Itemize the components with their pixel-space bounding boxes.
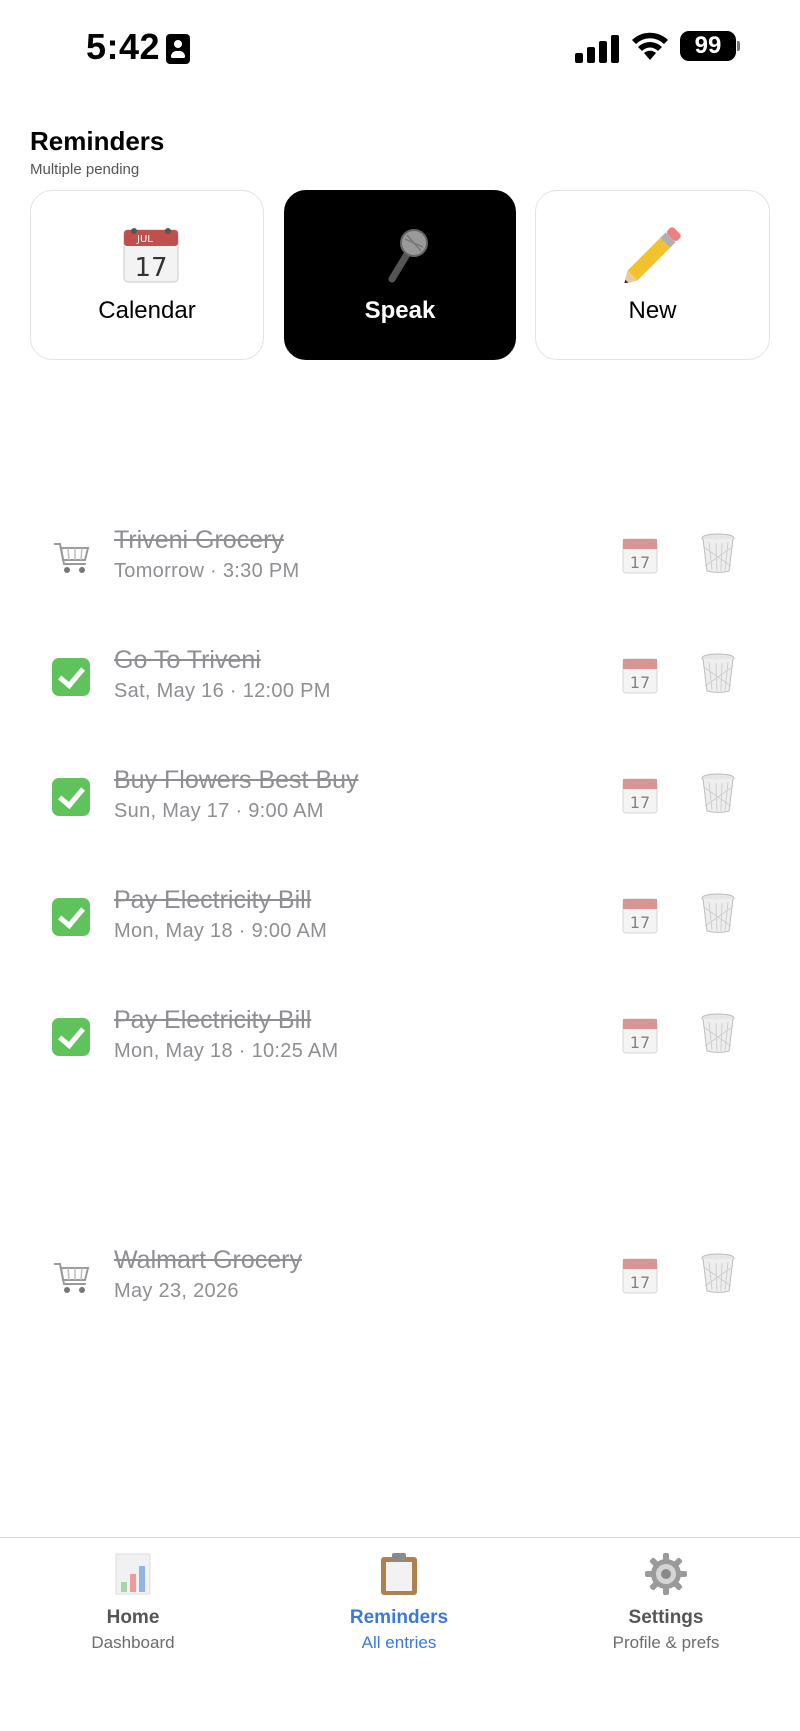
reminder-row[interactable]: Buy Flowers Best Buy Sun, May 17 · 9:00 … xyxy=(0,754,800,854)
new-reminder-button[interactable]: New xyxy=(535,190,770,360)
wifi-icon xyxy=(632,32,668,60)
calendar-icon: JUL 17 xyxy=(123,228,179,283)
tab-home[interactable]: Home Dashboard xyxy=(33,1552,233,1653)
reminder-row[interactable]: Triveni Grocery Tomorrow · 3:30 PM 17 xyxy=(0,514,800,614)
status-time: 5:42 xyxy=(86,26,161,67)
reminder-row[interactable]: Go To Triveni Sat, May 16 · 12:00 PM 17 xyxy=(0,634,800,734)
battery-icon: 99 xyxy=(680,31,736,61)
tab-reminders-label: Reminders xyxy=(349,1607,449,1628)
calendar-button[interactable]: JUL 17 Calendar xyxy=(30,190,264,360)
svg-text:17: 17 xyxy=(630,1273,650,1292)
trash-icon[interactable] xyxy=(700,772,736,814)
calendar-icon[interactable]: 17 xyxy=(622,654,658,694)
reminder-datetime: Sun, May 17 · 9:00 AM xyxy=(114,800,324,822)
tab-home-sub: Dashboard xyxy=(91,1633,175,1652)
microphone-icon xyxy=(388,229,428,283)
trash-icon[interactable] xyxy=(700,532,736,574)
tab-reminders[interactable]: Reminders All entries xyxy=(299,1552,499,1653)
pencil-icon xyxy=(624,227,681,283)
signal-icon xyxy=(575,33,619,63)
tab-bar: Home Dashboard Reminders All entries Set… xyxy=(0,1537,800,1731)
reminder-datetime: May 23, 2026 xyxy=(114,1280,239,1302)
reminder-title: Walmart Grocery xyxy=(114,1246,302,1274)
svg-text:17: 17 xyxy=(630,673,650,692)
calendar-icon[interactable]: 17 xyxy=(622,534,658,574)
reminder-title: Pay Electricity Bill xyxy=(114,1006,312,1034)
page-subtitle: Multiple pending xyxy=(30,161,140,178)
svg-text:17: 17 xyxy=(134,253,167,283)
svg-text:JUL: JUL xyxy=(136,234,153,245)
tab-settings-label: Settings xyxy=(628,1607,704,1628)
checkbox-checked-icon[interactable] xyxy=(52,898,92,938)
trash-icon[interactable] xyxy=(700,1012,736,1054)
tab-reminders-sub: All entries xyxy=(361,1633,437,1652)
calendar-button-label: Calendar xyxy=(98,297,196,324)
status-bar: 5:42 99 xyxy=(0,0,800,96)
svg-text:17: 17 xyxy=(630,553,650,572)
reminder-title: Go To Triveni xyxy=(114,646,261,674)
reminder-title: Buy Flowers Best Buy xyxy=(114,766,359,794)
reminder-row[interactable]: Walmart Grocery May 23, 2026 17 xyxy=(0,1234,800,1334)
svg-text:17: 17 xyxy=(630,913,650,932)
clipboard-icon xyxy=(381,1553,417,1595)
reminder-row[interactable]: Pay Electricity Bill Mon, May 18 · 10:25… xyxy=(0,994,800,1094)
calendar-icon[interactable]: 17 xyxy=(622,894,658,934)
reminder-title: Triveni Grocery xyxy=(114,526,284,554)
bar-chart-icon xyxy=(115,1553,151,1595)
page-title: Reminders xyxy=(30,126,165,156)
reminder-title: Pay Electricity Bill xyxy=(114,886,312,914)
reminder-datetime: Sat, May 16 · 12:00 PM xyxy=(114,680,331,702)
svg-text:17: 17 xyxy=(630,1033,650,1052)
speak-button[interactable]: Speak xyxy=(284,190,516,360)
reminder-datetime: Mon, May 18 · 10:25 AM xyxy=(114,1040,339,1062)
new-reminder-button-label: New xyxy=(628,297,677,324)
reminder-datetime: Mon, May 18 · 9:00 AM xyxy=(114,920,328,942)
calendar-icon[interactable]: 17 xyxy=(622,1254,658,1294)
svg-text:17: 17 xyxy=(630,793,650,812)
trash-icon[interactable] xyxy=(700,652,736,694)
trash-icon[interactable] xyxy=(700,1252,736,1294)
checkbox-checked-icon[interactable] xyxy=(52,658,92,698)
reminder-datetime: Tomorrow · 3:30 PM xyxy=(114,560,300,582)
tab-settings[interactable]: Settings Profile & prefs xyxy=(566,1552,766,1653)
checkbox-checked-icon[interactable] xyxy=(52,1018,92,1058)
battery-tip xyxy=(737,41,740,51)
calendar-icon[interactable]: 17 xyxy=(622,774,658,814)
speak-button-label: Speak xyxy=(364,297,436,324)
contact-card-icon xyxy=(166,34,190,64)
tab-settings-sub: Profile & prefs xyxy=(612,1633,720,1652)
shopping-cart-icon xyxy=(54,1263,90,1293)
tab-home-label: Home xyxy=(106,1607,160,1628)
trash-icon[interactable] xyxy=(700,892,736,934)
gear-icon xyxy=(645,1553,687,1595)
shopping-cart-icon xyxy=(54,543,90,573)
calendar-icon[interactable]: 17 xyxy=(622,1014,658,1054)
checkbox-checked-icon[interactable] xyxy=(52,778,92,818)
reminder-row[interactable]: Pay Electricity Bill Mon, May 18 · 9:00 … xyxy=(0,874,800,974)
